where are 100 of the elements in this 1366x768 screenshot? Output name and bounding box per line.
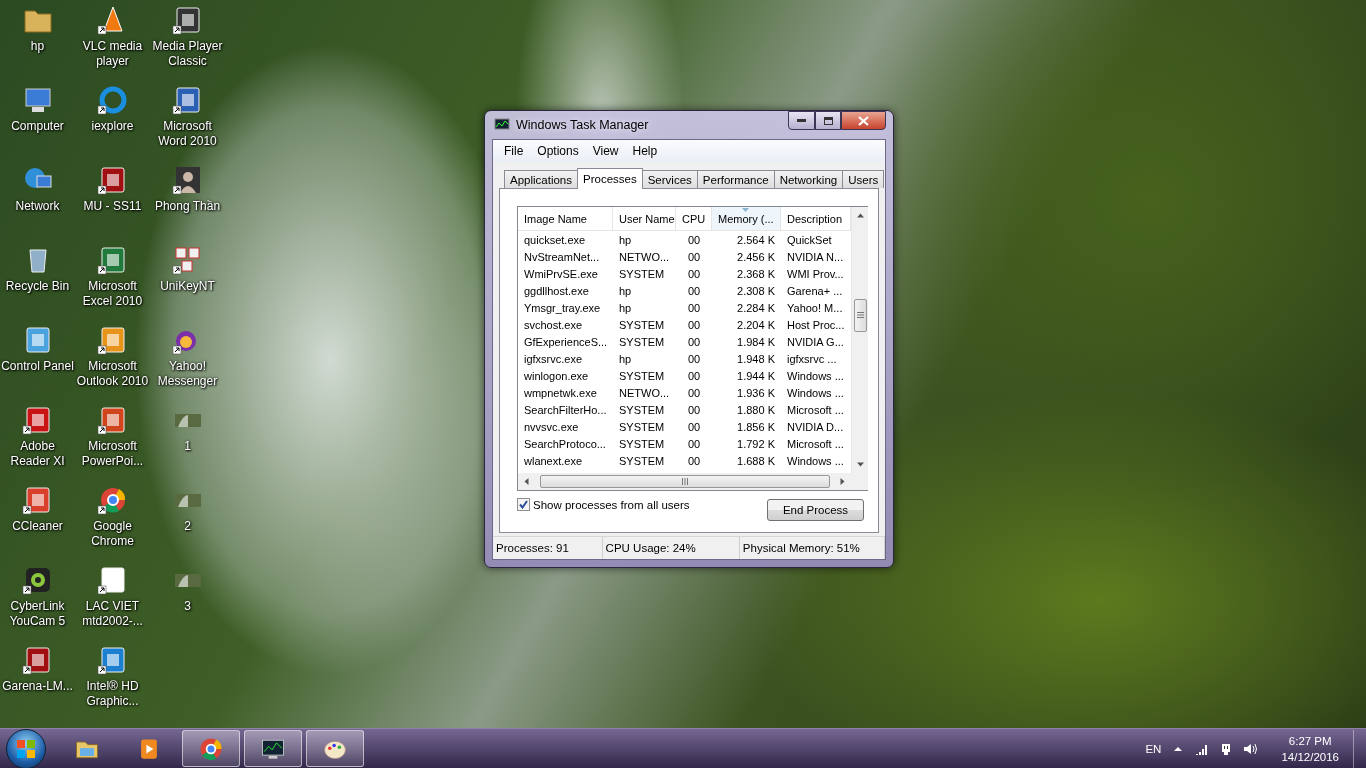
table-cell-text: igfxsrvc ... bbox=[786, 351, 838, 367]
menu-item[interactable]: Help bbox=[625, 144, 665, 158]
column-header[interactable]: User Name bbox=[613, 207, 676, 231]
desktop-icon-label[interactable]: Garena-LM... bbox=[2, 679, 73, 694]
clock-date[interactable]: 14/12/2016 bbox=[1281, 748, 1339, 765]
desktop-icon-label[interactable]: Network bbox=[15, 199, 60, 214]
table-cell-text: Host Proc... bbox=[786, 317, 846, 333]
table-cell-text: SYSTEM bbox=[618, 419, 666, 435]
desktop-icon-label[interactable]: Microsoft Excel 2010 bbox=[75, 279, 150, 309]
desktop-icon-label[interactable]: Adobe Reader XI bbox=[0, 439, 75, 469]
desktop-icon-label[interactable]: 1 bbox=[184, 439, 191, 454]
column-header[interactable]: Description bbox=[781, 207, 851, 231]
menu-item[interactable]: File bbox=[497, 144, 531, 158]
desktop-icon-label[interactable]: Microsoft Outlook 2010 bbox=[75, 359, 150, 389]
table-cell-text: SYSTEM bbox=[618, 368, 666, 384]
desktop-icon-label[interactable]: hp bbox=[30, 39, 45, 54]
grip-icon bbox=[856, 312, 864, 318]
minimize-icon bbox=[797, 119, 806, 122]
tab[interactable]: Services bbox=[641, 170, 698, 188]
status-text: CPU Usage: 24% bbox=[602, 537, 740, 559]
desktop-icon-label[interactable]: iexplore bbox=[91, 119, 134, 134]
tab[interactable]: Applications bbox=[504, 170, 578, 188]
tab[interactable]: Users bbox=[842, 170, 885, 188]
table-cell-text: 2.284 K bbox=[736, 300, 776, 316]
desktop-icon-label[interactable]: 3 bbox=[184, 599, 191, 614]
table-cell-text: 1.984 K bbox=[736, 334, 776, 350]
table-cell-text: NVIDIA N... bbox=[786, 249, 845, 265]
grip-icon bbox=[681, 478, 688, 485]
table-cell-text: 2.308 K bbox=[736, 283, 776, 299]
maximize-icon bbox=[823, 116, 833, 125]
clock-time[interactable]: 6:27 PM bbox=[1288, 732, 1332, 749]
table-cell-text: svchost.exe bbox=[523, 317, 584, 333]
checkbox-label: Show processes from all users bbox=[533, 498, 690, 511]
desktop-icon-label[interactable]: Intel® HD Graphic... bbox=[75, 679, 150, 709]
desktop-icon-label[interactable]: Phong Thần bbox=[154, 199, 221, 214]
table-cell-text: quickset.exe bbox=[523, 232, 587, 248]
column-header[interactable]: Memory (... bbox=[712, 207, 781, 231]
desktop-icon-label[interactable]: Microsoft Word 2010 bbox=[150, 119, 225, 149]
table-cell-text: 1.936 K bbox=[736, 385, 776, 401]
desktop-icon-label[interactable]: Google Chrome bbox=[75, 519, 150, 549]
table-cell-text: NvStreamNet... bbox=[523, 249, 601, 265]
table-cell-text: SearchProtoco... bbox=[523, 436, 607, 452]
table-cell-text: 00 bbox=[686, 351, 702, 367]
desktop-icon-label[interactable]: CCleaner bbox=[12, 519, 63, 534]
desktop-icon-label[interactable]: 2 bbox=[184, 519, 191, 534]
maximize-button[interactable] bbox=[815, 111, 841, 130]
vertical-scrollbar[interactable] bbox=[851, 207, 868, 473]
desktop-icon-label[interactable]: UniKeyNT bbox=[160, 279, 215, 294]
table-cell-text: hp bbox=[618, 283, 633, 299]
table-cell-text: 1.792 K bbox=[736, 436, 776, 452]
table-cell-text: 00 bbox=[686, 266, 702, 282]
tab[interactable]: Processes bbox=[577, 168, 643, 189]
table-cell-text: Microsoft ... bbox=[786, 402, 845, 418]
close-button[interactable] bbox=[841, 111, 886, 130]
table-cell-text: Garena+ ... bbox=[786, 283, 844, 299]
menu-item[interactable]: View bbox=[585, 144, 626, 158]
tab[interactable]: Performance bbox=[696, 170, 775, 188]
table-cell-text: 1.880 K bbox=[736, 402, 776, 418]
horizontal-scrollbar[interactable] bbox=[518, 473, 851, 490]
taskbar-button[interactable] bbox=[306, 730, 364, 767]
table-cell-text: 1.856 K bbox=[736, 419, 776, 435]
table-cell-text: 2.564 K bbox=[736, 232, 776, 248]
table-cell-text: SYSTEM bbox=[618, 317, 666, 333]
checkbox[interactable] bbox=[517, 498, 530, 511]
desktop-icon-label[interactable]: CyberLink YouCam 5 bbox=[0, 599, 75, 629]
language-indicator[interactable]: EN bbox=[1145, 742, 1162, 755]
start-button[interactable] bbox=[6, 728, 46, 768]
table-cell-text: Windows ... bbox=[786, 385, 845, 401]
desktop-icon-label[interactable]: MU - SS11 bbox=[83, 199, 142, 214]
desktop-icon-label[interactable]: Media Player Classic bbox=[150, 39, 225, 69]
taskbar-button[interactable] bbox=[244, 730, 302, 767]
desktop-icon-label[interactable]: VLC media player bbox=[75, 39, 150, 69]
menu-item[interactable]: Options bbox=[530, 144, 586, 158]
minimize-button[interactable] bbox=[788, 111, 815, 130]
table-cell-text: Windows ... bbox=[786, 453, 845, 469]
table-cell-text: 1.948 K bbox=[736, 351, 776, 367]
table-cell-text: hp bbox=[618, 300, 633, 316]
desktop-icon-label[interactable]: Control Panel bbox=[1, 359, 74, 374]
column-header[interactable]: CPU bbox=[676, 207, 712, 231]
table-cell-text: 00 bbox=[686, 232, 702, 248]
desktop-icon-label[interactable]: Computer bbox=[11, 119, 64, 134]
table-cell-text: 00 bbox=[686, 368, 702, 384]
desktop-icon-label[interactable]: Microsoft PowerPoi... bbox=[75, 439, 150, 469]
table-cell-text: Yahoo! M... bbox=[786, 300, 844, 316]
desktop-icon-label[interactable]: Recycle Bin bbox=[5, 279, 70, 294]
table-cell-text: NVIDIA D... bbox=[786, 419, 845, 435]
column-header[interactable]: Image Name bbox=[518, 207, 613, 231]
table-cell-text: nvvsvc.exe bbox=[523, 419, 580, 435]
scroll-thumb[interactable] bbox=[539, 475, 830, 488]
end-process-button[interactable]: End Process bbox=[767, 499, 864, 521]
desktop-icon-label[interactable]: LAC VIET mtd2002-... bbox=[75, 599, 150, 629]
sort-arrow-icon bbox=[742, 208, 749, 212]
table-cell-text: wmpnetwk.exe bbox=[523, 385, 598, 401]
table-cell-text: 2.204 K bbox=[736, 317, 776, 333]
speaker-icon[interactable] bbox=[1243, 741, 1258, 756]
tab[interactable]: Networking bbox=[773, 170, 844, 188]
taskbar-button[interactable] bbox=[182, 730, 240, 767]
windows-logo-icon bbox=[16, 738, 36, 759]
scroll-thumb[interactable] bbox=[853, 298, 867, 332]
table-cell-text: wlanext.exe bbox=[523, 453, 584, 469]
